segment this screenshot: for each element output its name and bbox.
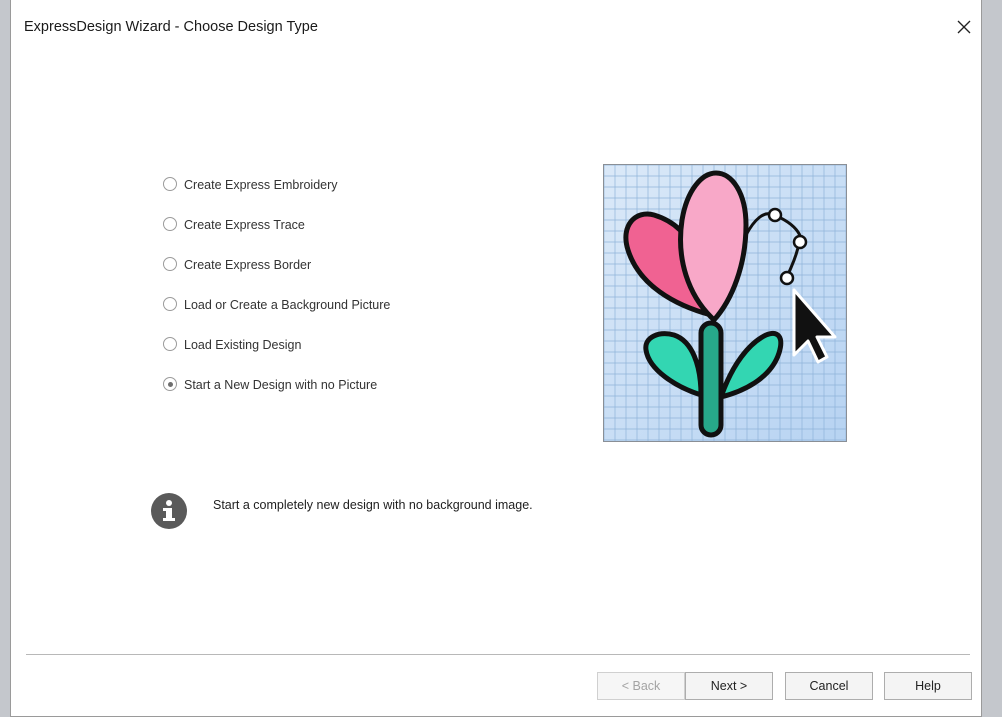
footer-divider [26,654,970,655]
flower-illustration [603,164,847,441]
cancel-button[interactable]: Cancel [785,672,873,700]
info-icon [150,492,188,530]
path-node [767,207,783,223]
window-title: ExpressDesign Wizard - Choose Design Typ… [24,19,318,35]
path-node [792,234,808,250]
radio-dot [167,381,173,387]
radio-button[interactable] [163,177,177,191]
option-label: Load Existing Design [184,338,302,352]
option-create-express-border[interactable]: Create Express Border [161,253,481,277]
path-node [779,270,795,286]
design-preview-image [603,164,847,442]
close-button[interactable] [946,10,982,44]
option-start-new-design[interactable]: Start a New Design with no Picture [161,373,481,397]
info-description: Start a completely new design with no ba… [213,498,533,512]
option-create-express-trace[interactable]: Create Express Trace [161,213,481,237]
help-button[interactable]: Help [884,672,972,700]
radio-button[interactable] [163,337,177,351]
wizard-dialog: ExpressDesign Wizard - Choose Design Typ… [10,0,982,717]
option-load-background-picture[interactable]: Load or Create a Background Picture [161,293,481,317]
close-icon [957,20,971,34]
option-label: Load or Create a Background Picture [184,298,391,312]
next-button[interactable]: Next > [685,672,773,700]
radio-button-selected[interactable] [163,377,177,391]
option-label: Create Express Border [184,258,312,272]
stem [698,320,724,438]
option-label: Start a New Design with no Picture [184,378,378,392]
option-create-express-embroidery[interactable]: Create Express Embroidery [161,173,481,197]
radio-button[interactable] [163,257,177,271]
radio-button[interactable] [163,217,177,231]
radio-button[interactable] [163,297,177,311]
option-label: Create Express Embroidery [184,178,338,192]
option-load-existing-design[interactable]: Load Existing Design [161,333,481,357]
back-button[interactable]: < Back [597,672,685,700]
title-bar: ExpressDesign Wizard - Choose Design Typ… [11,0,981,50]
option-label: Create Express Trace [184,218,305,232]
